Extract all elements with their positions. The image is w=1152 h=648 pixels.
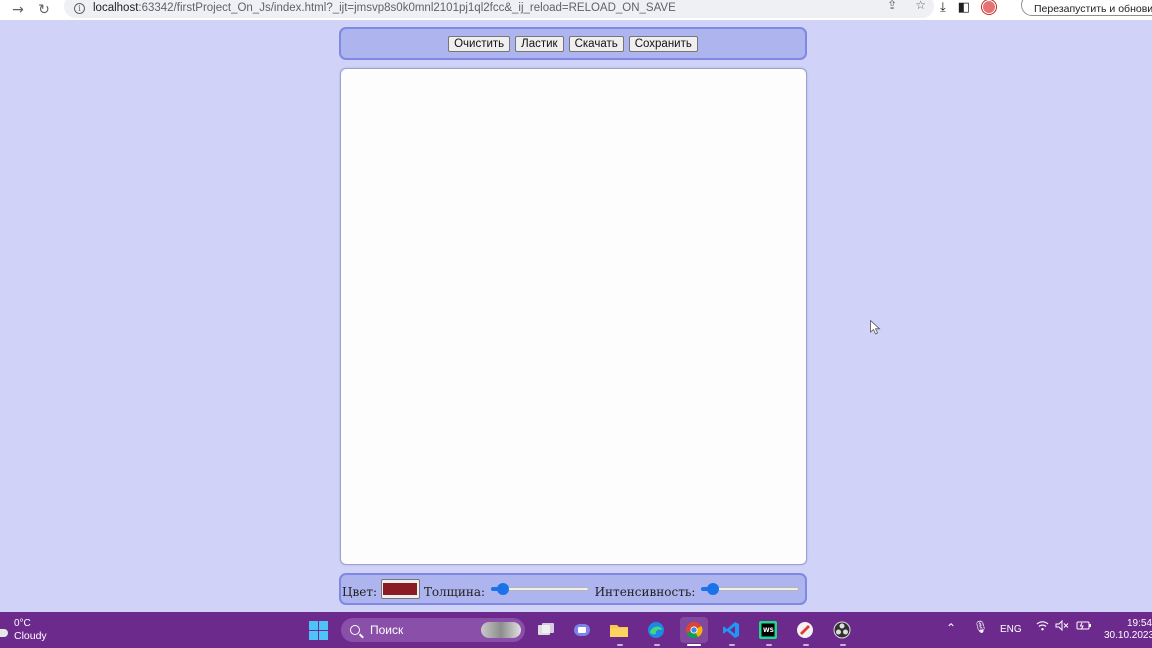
download-button[interactable]: Скачать xyxy=(568,35,624,52)
file-explorer-icon[interactable] xyxy=(608,619,630,641)
edge-browser-icon[interactable] xyxy=(645,619,667,641)
search-highlight-image xyxy=(481,622,521,638)
running-indicator xyxy=(803,644,809,646)
eraser-button[interactable]: Ластик xyxy=(515,35,564,52)
slider-thumb[interactable] xyxy=(707,583,720,595)
cloud-icon xyxy=(0,629,8,637)
windows-start-icon[interactable] xyxy=(309,621,328,640)
url-host: localhost xyxy=(93,2,139,14)
restart-update-button[interactable]: Перезапустить и обновить xyxy=(1021,0,1152,16)
vscode-icon[interactable] xyxy=(720,619,742,641)
clock-date: 30.10.2023 xyxy=(1104,630,1152,641)
running-indicator xyxy=(654,644,660,646)
active-indicator xyxy=(687,644,701,646)
profile-avatar[interactable] xyxy=(982,0,997,14)
webstorm-icon[interactable]: WS xyxy=(757,619,779,641)
taskbar: 0°C Cloudy Поиск WS ⌃ 🎙︎ ENG 19:54 30.10… xyxy=(0,612,1152,648)
svg-text:WS: WS xyxy=(763,627,774,634)
color-picker-fill xyxy=(383,583,418,595)
weather-widget[interactable]: 0°C Cloudy xyxy=(0,618,47,642)
controls-bar: Цвет: Толщина: Интенсивность: xyxy=(339,573,807,605)
url-path: :63342/firstProject_On_Js/index.html?_ij… xyxy=(138,2,676,14)
intensity-slider[interactable] xyxy=(701,582,799,596)
search-placeholder: Поиск xyxy=(370,623,404,637)
microphone-icon[interactable]: 🎙︎ xyxy=(973,620,988,634)
url-text: localhost:63342/firstProject_On_Js/index… xyxy=(93,2,676,14)
speaker-muted-icon[interactable] xyxy=(1055,619,1070,634)
sidepanel-icon[interactable]: ◧ xyxy=(958,0,970,15)
running-indicator xyxy=(766,644,772,646)
save-button[interactable]: Сохранить xyxy=(628,35,698,52)
download-icon[interactable]: ⤓ xyxy=(940,0,946,15)
info-icon[interactable]: i xyxy=(74,2,85,14)
teams-chat-icon[interactable] xyxy=(571,619,593,641)
back-arrow-icon[interactable]: → xyxy=(8,0,28,20)
color-label: Цвет: xyxy=(342,585,378,599)
browser-toolbar: → ↻ i localhost:63342/firstProject_On_Js… xyxy=(0,0,1152,20)
search-icon xyxy=(350,625,360,635)
thickness-label: Толщина: xyxy=(423,585,486,599)
task-view-icon[interactable] xyxy=(535,619,557,641)
wifi-icon[interactable] xyxy=(1036,620,1049,634)
chevron-up-icon[interactable]: ⌃ xyxy=(946,621,956,635)
slider-thumb[interactable] xyxy=(497,583,510,595)
color-picker[interactable] xyxy=(381,579,420,599)
star-icon[interactable]: ☆ xyxy=(915,0,926,12)
running-indicator xyxy=(840,644,846,646)
share-icon[interactable]: ⇪ xyxy=(887,0,897,12)
weather-temp: 0°C xyxy=(14,618,31,629)
reload-icon[interactable]: ↻ xyxy=(34,0,54,20)
obs-studio-icon[interactable] xyxy=(831,619,853,641)
drawing-canvas[interactable] xyxy=(340,68,807,565)
battery-icon[interactable] xyxy=(1076,620,1092,634)
app-toolbar: Очистить Ластик Скачать Сохранить xyxy=(339,27,807,60)
chrome-browser-icon[interactable] xyxy=(680,617,708,643)
address-bar[interactable]: i localhost:63342/firstProject_On_Js/ind… xyxy=(64,0,934,18)
app-icon-red[interactable] xyxy=(794,619,816,641)
system-clock[interactable]: 19:54 30.10.2023 xyxy=(1104,618,1152,642)
thickness-slider[interactable] xyxy=(491,582,589,596)
running-indicator xyxy=(617,644,623,646)
clock-time: 19:54 xyxy=(1126,618,1152,629)
language-indicator[interactable]: ENG xyxy=(1000,624,1022,635)
clear-button[interactable]: Очистить xyxy=(448,35,511,52)
intensity-label: Интенсивность: xyxy=(594,585,696,599)
taskbar-search[interactable]: Поиск xyxy=(341,618,525,642)
running-indicator xyxy=(729,644,735,646)
weather-desc: Cloudy xyxy=(14,630,47,642)
